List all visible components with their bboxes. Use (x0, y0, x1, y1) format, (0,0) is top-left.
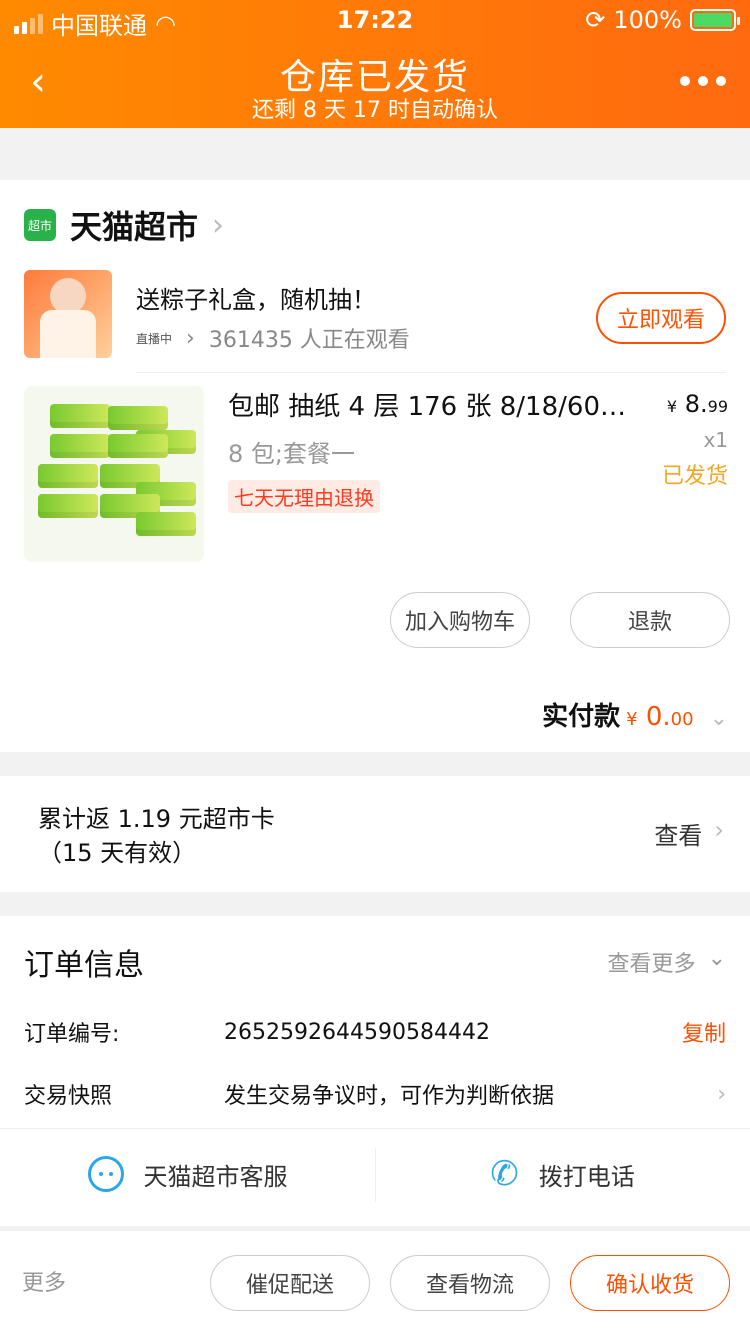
urge-delivery-button[interactable]: 催促配送 (210, 1255, 370, 1311)
status-right: ⟳ 100% (585, 6, 740, 34)
rebate-text: 累计返 1.19 元超市卡 （15 天有效） (38, 802, 275, 870)
chevron-right-icon: › (212, 207, 225, 243)
battery-percent: 100% (613, 6, 682, 34)
snapshot-row[interactable]: 交易快照 发生交易争议时，可作为判断依据 › (24, 1078, 726, 1110)
live-viewers: 361435 人正在观看 (208, 328, 410, 353)
rebate-view[interactable]: 查看 › (654, 816, 724, 851)
chevron-down-icon: ⌄ (709, 706, 728, 731)
rebate-line2: （15 天有效） (38, 839, 197, 867)
order-more-label: 查看更多 (607, 952, 696, 977)
order-number-value: 2652592644590584442 (224, 1019, 490, 1045)
customer-service-label: 天猫超市客服 (143, 1162, 288, 1191)
rebate-line1: 累计返 1.19 元超市卡 (38, 805, 275, 833)
live-meta: 直播中 › 361435 人正在观看 (136, 322, 410, 354)
price-currency: ¥ (666, 397, 678, 416)
chevron-right-icon: › (717, 1081, 726, 1107)
payment-currency: ¥ (626, 709, 638, 730)
order-number-row: 订单编号: 2652592644590584442 复制 (24, 1016, 726, 1048)
customer-service-button[interactable]: 天猫超市客服 (0, 1142, 375, 1206)
rebate-view-label: 查看 (654, 822, 703, 850)
order-info-title: 订单信息 (24, 948, 144, 983)
more-button[interactable]: 更多 (22, 1265, 66, 1297)
chevron-right-icon: › (186, 325, 195, 351)
service-chat-icon (87, 1156, 124, 1192)
copy-button[interactable]: 复制 (682, 1016, 726, 1048)
more-options-icon[interactable] (680, 76, 726, 86)
call-phone-button[interactable]: ✆ 拨打电话 (375, 1142, 750, 1206)
rebate-card[interactable]: 累计返 1.19 元超市卡 （15 天有效） 查看 › (0, 776, 750, 892)
product-spec: 8 包;套餐一 (228, 440, 355, 468)
snapshot-value: 发生交易争议时，可作为判断依据 (224, 1084, 555, 1109)
orientation-lock-icon: ⟳ (585, 6, 606, 34)
live-tag: 直播中 (136, 331, 173, 346)
header: 中国联通 ◠ 17:22 ⟳ 100% ‹ 仓库已发货 还剩 8 天 17 时自… (0, 0, 750, 128)
bottom-action-bar: 更多 催促配送 查看物流 确认收货 (0, 1230, 750, 1334)
divider (0, 1128, 750, 1129)
order-more-toggle[interactable]: 查看更多 ⌄ (608, 946, 726, 978)
order-info-card: 订单信息 查看更多 ⌄ 订单编号: 2652592644590584442 复制… (0, 916, 750, 1226)
product-image[interactable] (24, 386, 204, 562)
return-policy-badge: 七天无理由退换 (228, 480, 380, 513)
watch-live-button[interactable]: 立即观看 (596, 292, 726, 344)
payment-value: ¥ 0.00 (626, 702, 693, 732)
price-integer: 8. (684, 390, 708, 418)
payment-label: 实付款 (542, 702, 621, 732)
call-phone-label: 拨打电话 (538, 1162, 635, 1191)
price-decimal: 99 (707, 397, 728, 416)
product-price: ¥ 8.99 (667, 390, 728, 418)
product-quantity: x1 (703, 428, 728, 452)
status-bar: 中国联通 ◠ 17:22 ⟳ 100% (0, 0, 750, 40)
product-title[interactable]: 包邮 抽纸 4 层 176 张 8/18/60 … (228, 386, 628, 423)
order-number-label: 订单编号: (24, 1022, 120, 1047)
add-to-cart-button[interactable]: 加入购物车 (390, 592, 530, 648)
ship-status: 已发货 (661, 464, 728, 489)
live-thumbnail[interactable] (24, 270, 112, 358)
chevron-right-icon: › (714, 816, 724, 844)
store-header[interactable]: 超市 天猫超市 › (24, 202, 224, 248)
battery-icon (690, 9, 740, 31)
refund-button[interactable]: 退款 (570, 592, 730, 648)
store-card: 超市 天猫超市 › 送粽子礼盒，随机抽！ 直播中 › 361435 人正在观看 … (0, 180, 750, 752)
page-subtitle: 还剩 8 天 17 时自动确认 (252, 98, 498, 123)
chevron-down-icon: ⌄ (707, 946, 726, 971)
snapshot-label: 交易快照 (24, 1084, 113, 1109)
phone-icon: ✆ (490, 1154, 519, 1194)
payment-summary[interactable]: 实付款 ¥ 0.00 ⌄ (542, 696, 728, 733)
confirm-receipt-button[interactable]: 确认收货 (570, 1255, 730, 1311)
view-logistics-button[interactable]: 查看物流 (390, 1255, 550, 1311)
payment-decimal: 00 (670, 709, 694, 730)
store-name: 天猫超市 (70, 208, 199, 246)
payment-integer: 0. (645, 702, 671, 732)
live-title: 送粽子礼盒，随机抽！ (136, 286, 376, 314)
divider (136, 372, 726, 373)
store-logo-icon: 超市 (24, 209, 56, 241)
